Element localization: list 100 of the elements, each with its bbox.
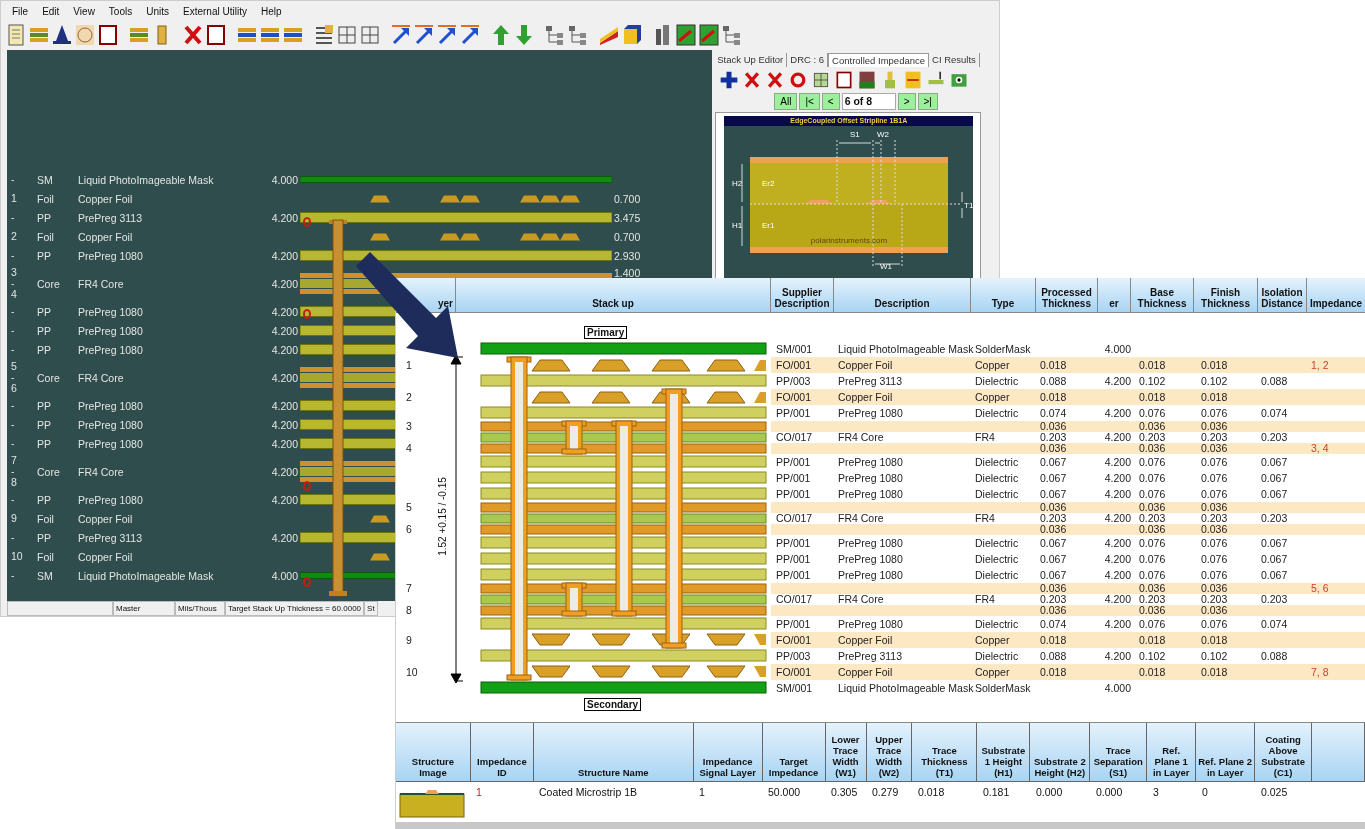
layer-type: PP bbox=[37, 343, 52, 356]
layer-name: FR4 Core bbox=[78, 465, 125, 478]
layer-name: Copper Foil bbox=[78, 550, 134, 563]
menu-item[interactable]: External Utility bbox=[183, 6, 247, 20]
tree-icon[interactable] bbox=[721, 23, 743, 47]
layer-number: 9 bbox=[10, 513, 18, 524]
column-header: Ref. Plane 1 in Layer bbox=[1147, 723, 1197, 781]
layer-number: - bbox=[10, 325, 16, 336]
table-cell: Copper bbox=[975, 633, 1010, 646]
table-cell: 0.102 bbox=[1201, 649, 1228, 662]
chart-icon[interactable] bbox=[698, 23, 720, 47]
table-cell: 0.074 bbox=[1261, 617, 1288, 630]
tab[interactable]: Controlled Impedance bbox=[828, 53, 930, 67]
scrollbar[interactable] bbox=[396, 822, 1365, 829]
table-cell: 0.203 bbox=[1201, 593, 1228, 605]
layer-type: SM bbox=[37, 173, 54, 186]
layer-name: PrePreg 1080 bbox=[78, 305, 144, 318]
layer-type: Core bbox=[37, 277, 61, 290]
menu-item[interactable]: View bbox=[73, 6, 95, 20]
table-cell: Liquid PhotoImageable Mask bbox=[838, 342, 974, 355]
table-cell: 0.181 bbox=[983, 786, 1010, 798]
table-cell: 0.076 bbox=[1201, 552, 1228, 565]
chart-icon[interactable] bbox=[675, 23, 697, 47]
hat-icon[interactable] bbox=[51, 23, 73, 47]
tree-icon[interactable] bbox=[544, 23, 566, 47]
dielectric-constant: 4.200 bbox=[271, 493, 298, 506]
table-cell: 0.203 bbox=[1139, 431, 1166, 443]
table-cell: 0.018 bbox=[918, 786, 945, 798]
list-icon[interactable] bbox=[313, 23, 335, 47]
impedance-link[interactable]: 1, 2 bbox=[1311, 358, 1329, 371]
table-cell: 4.200 bbox=[1104, 568, 1131, 581]
table-cell: 0.074 bbox=[1261, 406, 1288, 419]
table-cell: 0.067 bbox=[1261, 455, 1288, 468]
frame-icon[interactable] bbox=[205, 23, 227, 47]
chart-icon[interactable] bbox=[857, 70, 878, 90]
menu-item[interactable]: Units bbox=[146, 6, 169, 20]
layer-name: PrePreg 1080 bbox=[78, 343, 144, 356]
layer-name: PrePreg 3113 bbox=[78, 211, 143, 224]
diagonal-arrow-icon[interactable] bbox=[413, 23, 435, 47]
table-cell: 0.076 bbox=[1201, 455, 1228, 468]
layer-number: - bbox=[10, 344, 16, 355]
record-field[interactable]: 6 of 8 bbox=[841, 93, 896, 110]
table-cell: 0.076 bbox=[1201, 536, 1228, 549]
nav-button[interactable]: > bbox=[897, 93, 916, 110]
table-cell: SM/001 bbox=[776, 681, 813, 694]
table-cell: PrePreg 3113 bbox=[838, 649, 902, 662]
column-header: Impedance Signal Layer bbox=[693, 723, 763, 781]
table-cell: 0.088 bbox=[1261, 374, 1288, 387]
bars-icon[interactable] bbox=[903, 70, 924, 90]
frame-icon[interactable] bbox=[97, 23, 119, 47]
diagonal-arrow-icon[interactable] bbox=[459, 23, 481, 47]
layer-number: 3 - 4 bbox=[10, 267, 18, 300]
grid-icon[interactable] bbox=[359, 23, 381, 47]
table-cell: 0.067 bbox=[1261, 536, 1288, 549]
layer-number: 9 bbox=[406, 633, 412, 646]
impedance-link[interactable]: 3, 4 bbox=[1311, 442, 1329, 454]
table-cell: PrePreg 1080 bbox=[838, 406, 903, 419]
layer-type: PP bbox=[37, 211, 52, 224]
layer-type: Foil bbox=[37, 230, 55, 243]
menu-item[interactable]: Edit bbox=[42, 6, 60, 20]
menu-item[interactable]: Tools bbox=[108, 6, 133, 20]
table-cell: 0.067 bbox=[1040, 568, 1067, 581]
table-cell: CO/017 bbox=[776, 431, 813, 443]
layer-number: 7 bbox=[406, 582, 412, 594]
dielectric-constant: 4.200 bbox=[271, 211, 298, 224]
menu-item[interactable]: File bbox=[12, 6, 29, 20]
diagonal-arrow-icon[interactable] bbox=[436, 23, 458, 47]
layer-number: 7 - 8 bbox=[10, 455, 18, 488]
tab[interactable]: CI Results bbox=[929, 53, 980, 67]
table-cell: Dielectric bbox=[975, 649, 1019, 662]
delete-icon[interactable] bbox=[182, 23, 204, 47]
column-header: Upper Trace Width (W2) bbox=[866, 723, 913, 781]
impedance-link[interactable]: 7, 8 bbox=[1311, 665, 1329, 678]
layer-number: 5 - 6 bbox=[10, 361, 18, 394]
table-cell: 0.018 bbox=[1201, 390, 1228, 403]
tree-icon[interactable] bbox=[567, 23, 589, 47]
table-cell: PP/001 bbox=[776, 536, 811, 549]
table-cell: 0.076 bbox=[1139, 487, 1166, 500]
frame-icon[interactable] bbox=[834, 70, 855, 90]
tab[interactable]: Stack Up Editor bbox=[714, 53, 788, 67]
nav-button[interactable]: >| bbox=[917, 93, 938, 110]
layer-type: Foil bbox=[37, 192, 55, 205]
table-cell: PP/003 bbox=[776, 374, 811, 387]
menu-item[interactable]: Help bbox=[260, 6, 282, 20]
add-icon[interactable] bbox=[719, 70, 740, 90]
grid-icon[interactable] bbox=[336, 23, 358, 47]
table-cell: 0.203 bbox=[1139, 593, 1166, 605]
nav-button[interactable]: All bbox=[774, 93, 798, 110]
nav-button[interactable]: < bbox=[821, 93, 840, 110]
status-field: St bbox=[364, 601, 378, 616]
nav-button[interactable]: |< bbox=[799, 93, 820, 110]
table-cell: FR4 bbox=[975, 431, 995, 443]
table-cell: 0.036 bbox=[1201, 501, 1228, 513]
diagonal-arrow-icon[interactable] bbox=[390, 23, 412, 47]
cube-icon[interactable] bbox=[621, 23, 643, 47]
table-cell: 0.074 bbox=[1040, 406, 1067, 419]
up-arrow-icon[interactable] bbox=[490, 23, 512, 47]
table-cell: PrePreg 1080 bbox=[838, 568, 903, 581]
down-arrow-icon[interactable] bbox=[513, 23, 535, 47]
impedance-link[interactable]: 5, 6 bbox=[1311, 582, 1329, 594]
